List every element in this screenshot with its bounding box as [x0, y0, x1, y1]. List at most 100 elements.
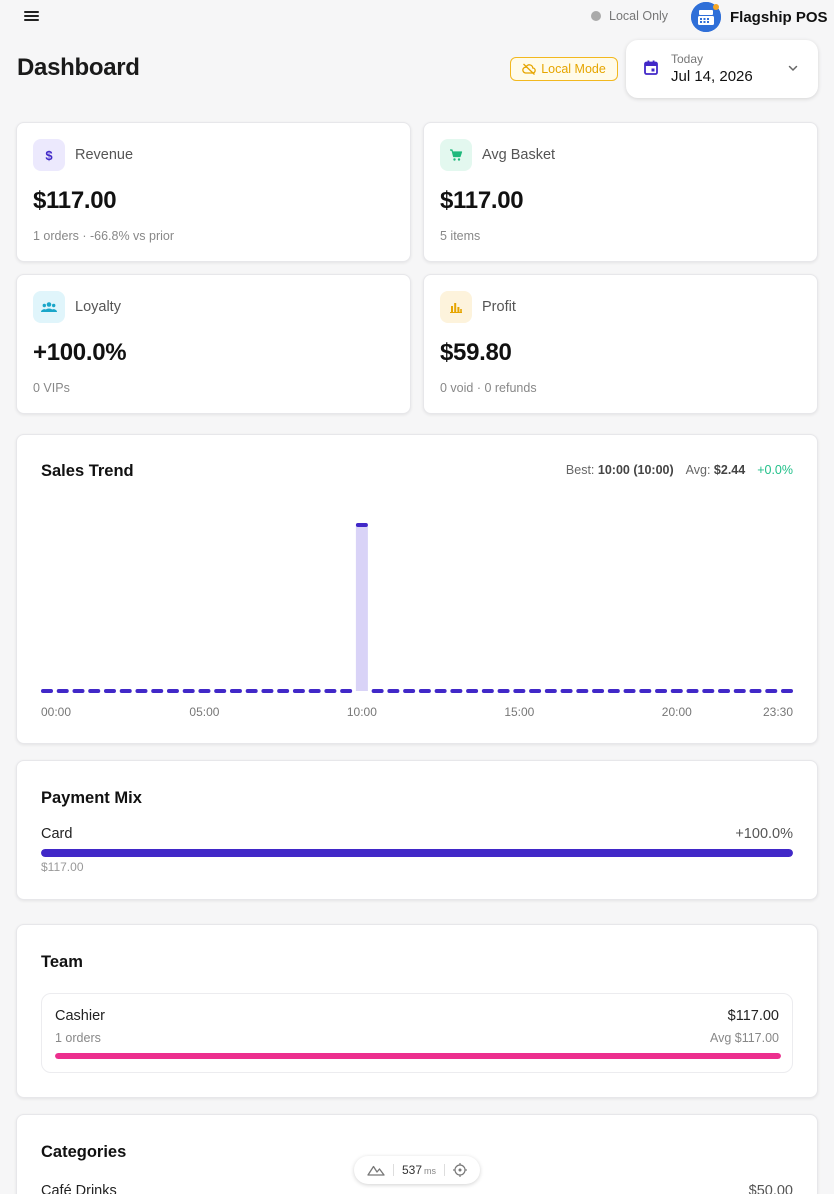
best-value: 10:00 (10:00)	[597, 463, 674, 477]
trend-bar-cap[interactable]	[686, 689, 699, 693]
revenue-card[interactable]: $ Revenue $117.00 1 orders · -66.8% vs p…	[16, 122, 411, 262]
trend-bar-cap[interactable]	[781, 689, 793, 693]
date-picker[interactable]: Today Jul 14, 2026	[626, 40, 818, 98]
trend-bar-cap[interactable]	[88, 689, 101, 693]
trend-bar-cap[interactable]	[166, 689, 179, 693]
trend-bar-cap[interactable]	[72, 689, 85, 693]
avg-label: Avg:	[685, 463, 711, 477]
team-card: Team Cashier $117.00 1 orders Avg $117.0…	[16, 924, 818, 1098]
calendar-icon	[644, 60, 658, 75]
trend-bar-cap[interactable]	[41, 689, 53, 693]
perf-divider	[444, 1164, 446, 1176]
trend-bar-cap[interactable]	[292, 689, 305, 693]
trend-bar-cap[interactable]	[103, 689, 116, 693]
loyalty-label: Loyalty	[75, 299, 121, 315]
x-tick-label: 23:30	[763, 705, 793, 719]
trend-bar-cap[interactable]	[592, 689, 605, 693]
trend-bar-cap[interactable]	[371, 689, 384, 693]
trend-bar-cap[interactable]	[261, 689, 274, 693]
trend-bar-cap[interactable]	[466, 689, 479, 693]
date-caption: Today	[671, 52, 704, 66]
trend-bar-cap[interactable]	[513, 689, 526, 693]
trend-bar-cap[interactable]	[387, 689, 400, 693]
trend-bar-cap[interactable]	[733, 689, 746, 693]
trend-bar-cap[interactable]	[56, 689, 69, 693]
trend-bar-cap[interactable]	[765, 689, 778, 693]
payment-method-label: Card	[41, 826, 73, 842]
trend-bar-cap[interactable]	[198, 689, 211, 693]
trend-bar-cap[interactable]	[702, 689, 715, 693]
trend-bar-cap[interactable]	[749, 689, 762, 693]
trend-bar-cap[interactable]	[418, 689, 431, 693]
connection-status: Local Only	[591, 9, 668, 23]
perf-divider	[392, 1164, 394, 1176]
brand[interactable]: Flagship POS	[691, 2, 828, 32]
trend-bar-cap[interactable]	[450, 689, 463, 693]
trend-bar-cap[interactable]	[718, 689, 731, 693]
trend-bar-cap[interactable]	[403, 689, 416, 693]
trend-bar-cap[interactable]	[119, 689, 132, 693]
trend-bar-cap[interactable]	[229, 689, 242, 693]
trend-bar-cap[interactable]	[324, 689, 337, 693]
revenue-sub: 1 orders · -66.8% vs prior	[33, 229, 175, 243]
trend-bar[interactable]	[355, 525, 368, 691]
trend-bar-cap[interactable]	[277, 689, 290, 693]
trend-bar-cap[interactable]	[481, 689, 494, 693]
trend-bar-cap[interactable]	[639, 689, 652, 693]
profit-card[interactable]: Profit $59.80 0 void · 0 refunds	[423, 274, 818, 414]
x-tick-label: 15:00	[504, 705, 534, 719]
trend-bar-cap[interactable]	[529, 689, 542, 693]
trend-bar-cap[interactable]	[655, 689, 668, 693]
perf-readout: 537 ms	[402, 1163, 436, 1177]
mountain-logo-icon[interactable]	[367, 1164, 385, 1176]
trend-delta: +0.0%	[757, 463, 793, 477]
trend-bar-cap[interactable]	[560, 689, 573, 693]
trend-bar-cap[interactable]	[182, 689, 195, 693]
x-tick-label: 05:00	[189, 705, 219, 719]
profit-value: $59.80	[440, 339, 512, 366]
team-member-row[interactable]: Cashier $117.00 1 orders Avg $117.00	[41, 993, 793, 1073]
trend-bar-cap[interactable]	[544, 689, 557, 693]
bar-chart-icon	[440, 291, 472, 323]
perf-overlay: 537 ms	[354, 1156, 480, 1184]
revenue-label: Revenue	[75, 147, 134, 163]
cash-register-logo-icon	[691, 2, 721, 32]
avg-basket-card[interactable]: Avg Basket $117.00 5 items	[423, 122, 818, 262]
date-value: Jul 14, 2026	[671, 68, 753, 85]
trend-bar-cap[interactable]	[340, 689, 353, 693]
x-tick-label: 20:00	[662, 705, 692, 719]
perf-value: 537	[401, 1163, 423, 1177]
trend-bar-cap[interactable]	[670, 689, 683, 693]
avg-value: $2.44	[713, 463, 746, 477]
sales-trend-card: Sales Trend Best: 10:00 (10:00) Avg: $2.…	[16, 434, 818, 744]
trend-bar-cap[interactable]	[214, 689, 227, 693]
trend-bar-cap[interactable]	[135, 689, 148, 693]
loyalty-sub: 0 VIPs	[33, 381, 70, 395]
team-progress-fill	[55, 1053, 781, 1059]
category-value: $50.00	[748, 1183, 793, 1194]
trend-bar-cap[interactable]	[576, 689, 589, 693]
local-mode-badge[interactable]: Local Mode	[510, 57, 618, 81]
trend-bar-cap[interactable]	[607, 689, 620, 693]
brand-name: Flagship POS	[730, 8, 828, 26]
trend-bar-cap[interactable]	[308, 689, 321, 693]
trend-bar-cap[interactable]	[497, 689, 510, 693]
avg-basket-sub: 5 items	[440, 229, 481, 243]
cloud-off-icon	[522, 63, 536, 75]
trend-bar-cap[interactable]	[434, 689, 447, 693]
crosshair-icon[interactable]	[453, 1163, 468, 1177]
team-member-total: $117.00	[727, 1008, 779, 1024]
trend-bar-cap[interactable]	[355, 523, 368, 527]
avg-basket-label: Avg Basket	[482, 147, 556, 163]
page-title: Dashboard	[17, 54, 140, 81]
hamburger-menu-icon[interactable]	[22, 8, 42, 24]
avg-basket-value: $117.00	[440, 187, 524, 214]
perf-unit: ms	[424, 1166, 437, 1176]
trend-bar-cap[interactable]	[623, 689, 636, 693]
loyalty-card[interactable]: Loyalty +100.0% 0 VIPs	[16, 274, 411, 414]
trend-bar-cap[interactable]	[245, 689, 258, 693]
trend-bar-cap[interactable]	[151, 689, 164, 693]
chevron-down-icon	[788, 65, 798, 72]
categories-title: Categories	[41, 1143, 127, 1161]
loyalty-value: +100.0%	[33, 339, 127, 366]
